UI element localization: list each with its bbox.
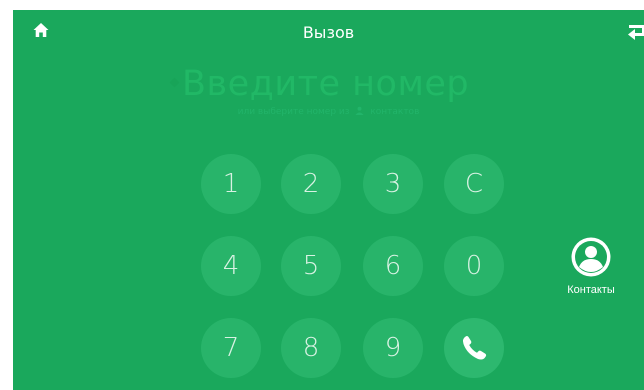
key-9[interactable]: 9 (363, 318, 423, 378)
back-arrow-icon (628, 25, 644, 40)
key-2[interactable]: 2 (281, 154, 341, 214)
key-3[interactable]: 3 (363, 154, 423, 214)
hint-text-before: или выберите номер из (237, 107, 350, 117)
key-6[interactable]: 6 (363, 236, 423, 296)
key-clear[interactable]: C (444, 154, 504, 214)
contacts-hint: или выберите номер из контактов (13, 106, 644, 117)
page-title: Вызов (302, 23, 355, 42)
key-7[interactable]: 7 (201, 318, 261, 378)
key-8[interactable]: 8 (281, 318, 341, 378)
dial-keypad: 1 2 3 C 4 5 6 0 7 8 9 (186, 154, 504, 390)
key-5[interactable]: 5 (281, 236, 341, 296)
key-0[interactable]: 0 (444, 236, 504, 296)
phone-book-icon (355, 106, 364, 115)
call-button[interactable] (444, 318, 504, 378)
hint-text-after: контактов (370, 107, 420, 117)
back-button[interactable] (627, 22, 644, 42)
key-4[interactable]: 4 (201, 236, 261, 296)
contact-person-icon (571, 237, 611, 277)
number-input[interactable]: Введите номер (169, 62, 531, 106)
contacts-button[interactable]: Контакты (557, 236, 625, 298)
number-placeholder: Введите номер (182, 64, 470, 104)
phone-handset-icon (463, 335, 487, 360)
call-screen: Вызов Введите номер или выберите номер и… (13, 10, 644, 390)
cursor-marker (169, 77, 180, 87)
contacts-label: Контакты (567, 284, 615, 296)
key-1[interactable]: 1 (201, 154, 261, 214)
